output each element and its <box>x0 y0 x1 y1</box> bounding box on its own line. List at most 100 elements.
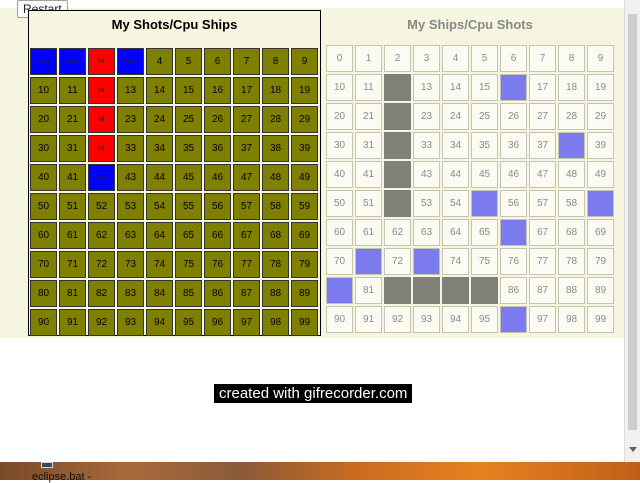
my-shots-cell-94[interactable]: 94 <box>146 309 173 336</box>
my-ships-cell-4[interactable]: 4 <box>442 45 469 72</box>
my-shots-cell-25[interactable]: 25 <box>175 106 202 133</box>
my-ships-cell-18[interactable]: 18 <box>558 74 585 101</box>
my-ships-cell-64[interactable]: 64 <box>442 219 469 246</box>
my-shots-cell-17[interactable]: 17 <box>233 77 260 104</box>
my-shots-cell-93[interactable]: 93 <box>117 309 144 336</box>
my-shots-cell-35[interactable]: 35 <box>175 135 202 162</box>
my-ships-cell-36[interactable]: 36 <box>500 132 527 159</box>
my-shots-cell-14[interactable]: 14 <box>146 77 173 104</box>
my-ships-cell-30[interactable]: 30 <box>326 132 353 159</box>
my-ships-cell-54[interactable]: 54 <box>442 190 469 217</box>
my-shots-cell-24[interactable]: 24 <box>146 106 173 133</box>
my-ships-cell-63[interactable]: 63 <box>413 219 440 246</box>
my-shots-cell-0[interactable]: miss <box>30 48 57 75</box>
my-ships-cell-13[interactable]: 13 <box>413 74 440 101</box>
my-ships-cell-92[interactable]: 92 <box>384 306 411 333</box>
my-shots-cell-87[interactable]: 87 <box>233 280 260 307</box>
my-ships-cell-83[interactable]: 83 <box>413 277 440 304</box>
my-shots-cell-75[interactable]: 75 <box>175 251 202 278</box>
my-ships-cell-80[interactable]: 80 <box>326 277 353 304</box>
my-shots-cell-89[interactable]: 89 <box>291 280 318 307</box>
my-shots-cell-22[interactable]: hit <box>88 106 115 133</box>
my-ships-cell-82[interactable]: 82 <box>384 277 411 304</box>
my-shots-cell-76[interactable]: 76 <box>204 251 231 278</box>
my-shots-cell-78[interactable]: 78 <box>262 251 289 278</box>
my-ships-cell-14[interactable]: 14 <box>442 74 469 101</box>
my-shots-cell-95[interactable]: 95 <box>175 309 202 336</box>
my-ships-cell-55[interactable]: 55 <box>471 190 498 217</box>
my-ships-cell-58[interactable]: 58 <box>558 190 585 217</box>
my-ships-cell-53[interactable]: 53 <box>413 190 440 217</box>
my-shots-cell-71[interactable]: 71 <box>59 251 86 278</box>
my-ships-cell-42[interactable]: 42 <box>384 161 411 188</box>
scrollbar-thumb[interactable] <box>628 14 637 430</box>
my-shots-cell-61[interactable]: 61 <box>59 222 86 249</box>
my-shots-cell-60[interactable]: 60 <box>30 222 57 249</box>
my-shots-cell-39[interactable]: 39 <box>291 135 318 162</box>
my-shots-cell-56[interactable]: 56 <box>204 193 231 220</box>
my-ships-cell-51[interactable]: 51 <box>355 190 382 217</box>
my-ships-cell-25[interactable]: 25 <box>471 103 498 130</box>
my-ships-cell-57[interactable]: 57 <box>529 190 556 217</box>
my-shots-cell-91[interactable]: 91 <box>59 309 86 336</box>
my-ships-cell-28[interactable]: 28 <box>558 103 585 130</box>
my-shots-cell-11[interactable]: 11 <box>59 77 86 104</box>
my-shots-cell-86[interactable]: 86 <box>204 280 231 307</box>
my-shots-cell-45[interactable]: 45 <box>175 164 202 191</box>
my-ships-cell-74[interactable]: 74 <box>442 248 469 275</box>
my-ships-cell-38[interactable]: 38 <box>558 132 585 159</box>
my-shots-cell-4[interactable]: 4 <box>146 48 173 75</box>
my-ships-cell-17[interactable]: 17 <box>529 74 556 101</box>
my-shots-cell-44[interactable]: 44 <box>146 164 173 191</box>
my-ships-cell-20[interactable]: 20 <box>326 103 353 130</box>
scroll-down-arrow-icon[interactable] <box>629 447 637 452</box>
my-ships-cell-1[interactable]: 1 <box>355 45 382 72</box>
my-shots-cell-12[interactable]: hit <box>88 77 115 104</box>
my-ships-cell-43[interactable]: 43 <box>413 161 440 188</box>
my-shots-cell-65[interactable]: 65 <box>175 222 202 249</box>
my-ships-cell-8[interactable]: 8 <box>558 45 585 72</box>
my-shots-cell-62[interactable]: 62 <box>88 222 115 249</box>
my-shots-cell-73[interactable]: 73 <box>117 251 144 278</box>
my-ships-cell-27[interactable]: 27 <box>529 103 556 130</box>
my-shots-cell-50[interactable]: 50 <box>30 193 57 220</box>
my-shots-cell-30[interactable]: 30 <box>30 135 57 162</box>
my-shots-cell-21[interactable]: 21 <box>59 106 86 133</box>
my-shots-cell-3[interactable]: miss <box>117 48 144 75</box>
my-shots-cell-34[interactable]: 34 <box>146 135 173 162</box>
my-ships-cell-41[interactable]: 41 <box>355 161 382 188</box>
my-ships-cell-32[interactable]: 32 <box>384 132 411 159</box>
my-shots-cell-80[interactable]: 80 <box>30 280 57 307</box>
my-ships-cell-67[interactable]: 67 <box>529 219 556 246</box>
my-ships-cell-59[interactable]: 59 <box>587 190 614 217</box>
my-shots-cell-15[interactable]: 15 <box>175 77 202 104</box>
my-shots-cell-49[interactable]: 49 <box>291 164 318 191</box>
my-ships-cell-15[interactable]: 15 <box>471 74 498 101</box>
my-shots-cell-1[interactable]: miss <box>59 48 86 75</box>
my-ships-cell-78[interactable]: 78 <box>558 248 585 275</box>
my-shots-cell-28[interactable]: 28 <box>262 106 289 133</box>
my-ships-cell-22[interactable]: 22 <box>384 103 411 130</box>
my-shots-cell-72[interactable]: 72 <box>88 251 115 278</box>
my-shots-cell-74[interactable]: 74 <box>146 251 173 278</box>
my-ships-cell-77[interactable]: 77 <box>529 248 556 275</box>
my-shots-cell-64[interactable]: 64 <box>146 222 173 249</box>
my-shots-cell-33[interactable]: 33 <box>117 135 144 162</box>
my-ships-cell-94[interactable]: 94 <box>442 306 469 333</box>
my-ships-cell-98[interactable]: 98 <box>558 306 585 333</box>
my-shots-cell-52[interactable]: 52 <box>88 193 115 220</box>
my-ships-cell-19[interactable]: 19 <box>587 74 614 101</box>
my-ships-cell-33[interactable]: 33 <box>413 132 440 159</box>
my-shots-cell-79[interactable]: 79 <box>291 251 318 278</box>
my-shots-cell-84[interactable]: 84 <box>146 280 173 307</box>
my-shots-cell-13[interactable]: 13 <box>117 77 144 104</box>
my-shots-cell-70[interactable]: 70 <box>30 251 57 278</box>
my-ships-cell-46[interactable]: 46 <box>500 161 527 188</box>
my-shots-cell-59[interactable]: 59 <box>291 193 318 220</box>
my-ships-cell-68[interactable]: 68 <box>558 219 585 246</box>
my-shots-cell-29[interactable]: 29 <box>291 106 318 133</box>
my-ships-cell-48[interactable]: 48 <box>558 161 585 188</box>
my-ships-cell-89[interactable]: 89 <box>587 277 614 304</box>
my-ships-cell-24[interactable]: 24 <box>442 103 469 130</box>
my-shots-cell-99[interactable]: 99 <box>291 309 318 336</box>
